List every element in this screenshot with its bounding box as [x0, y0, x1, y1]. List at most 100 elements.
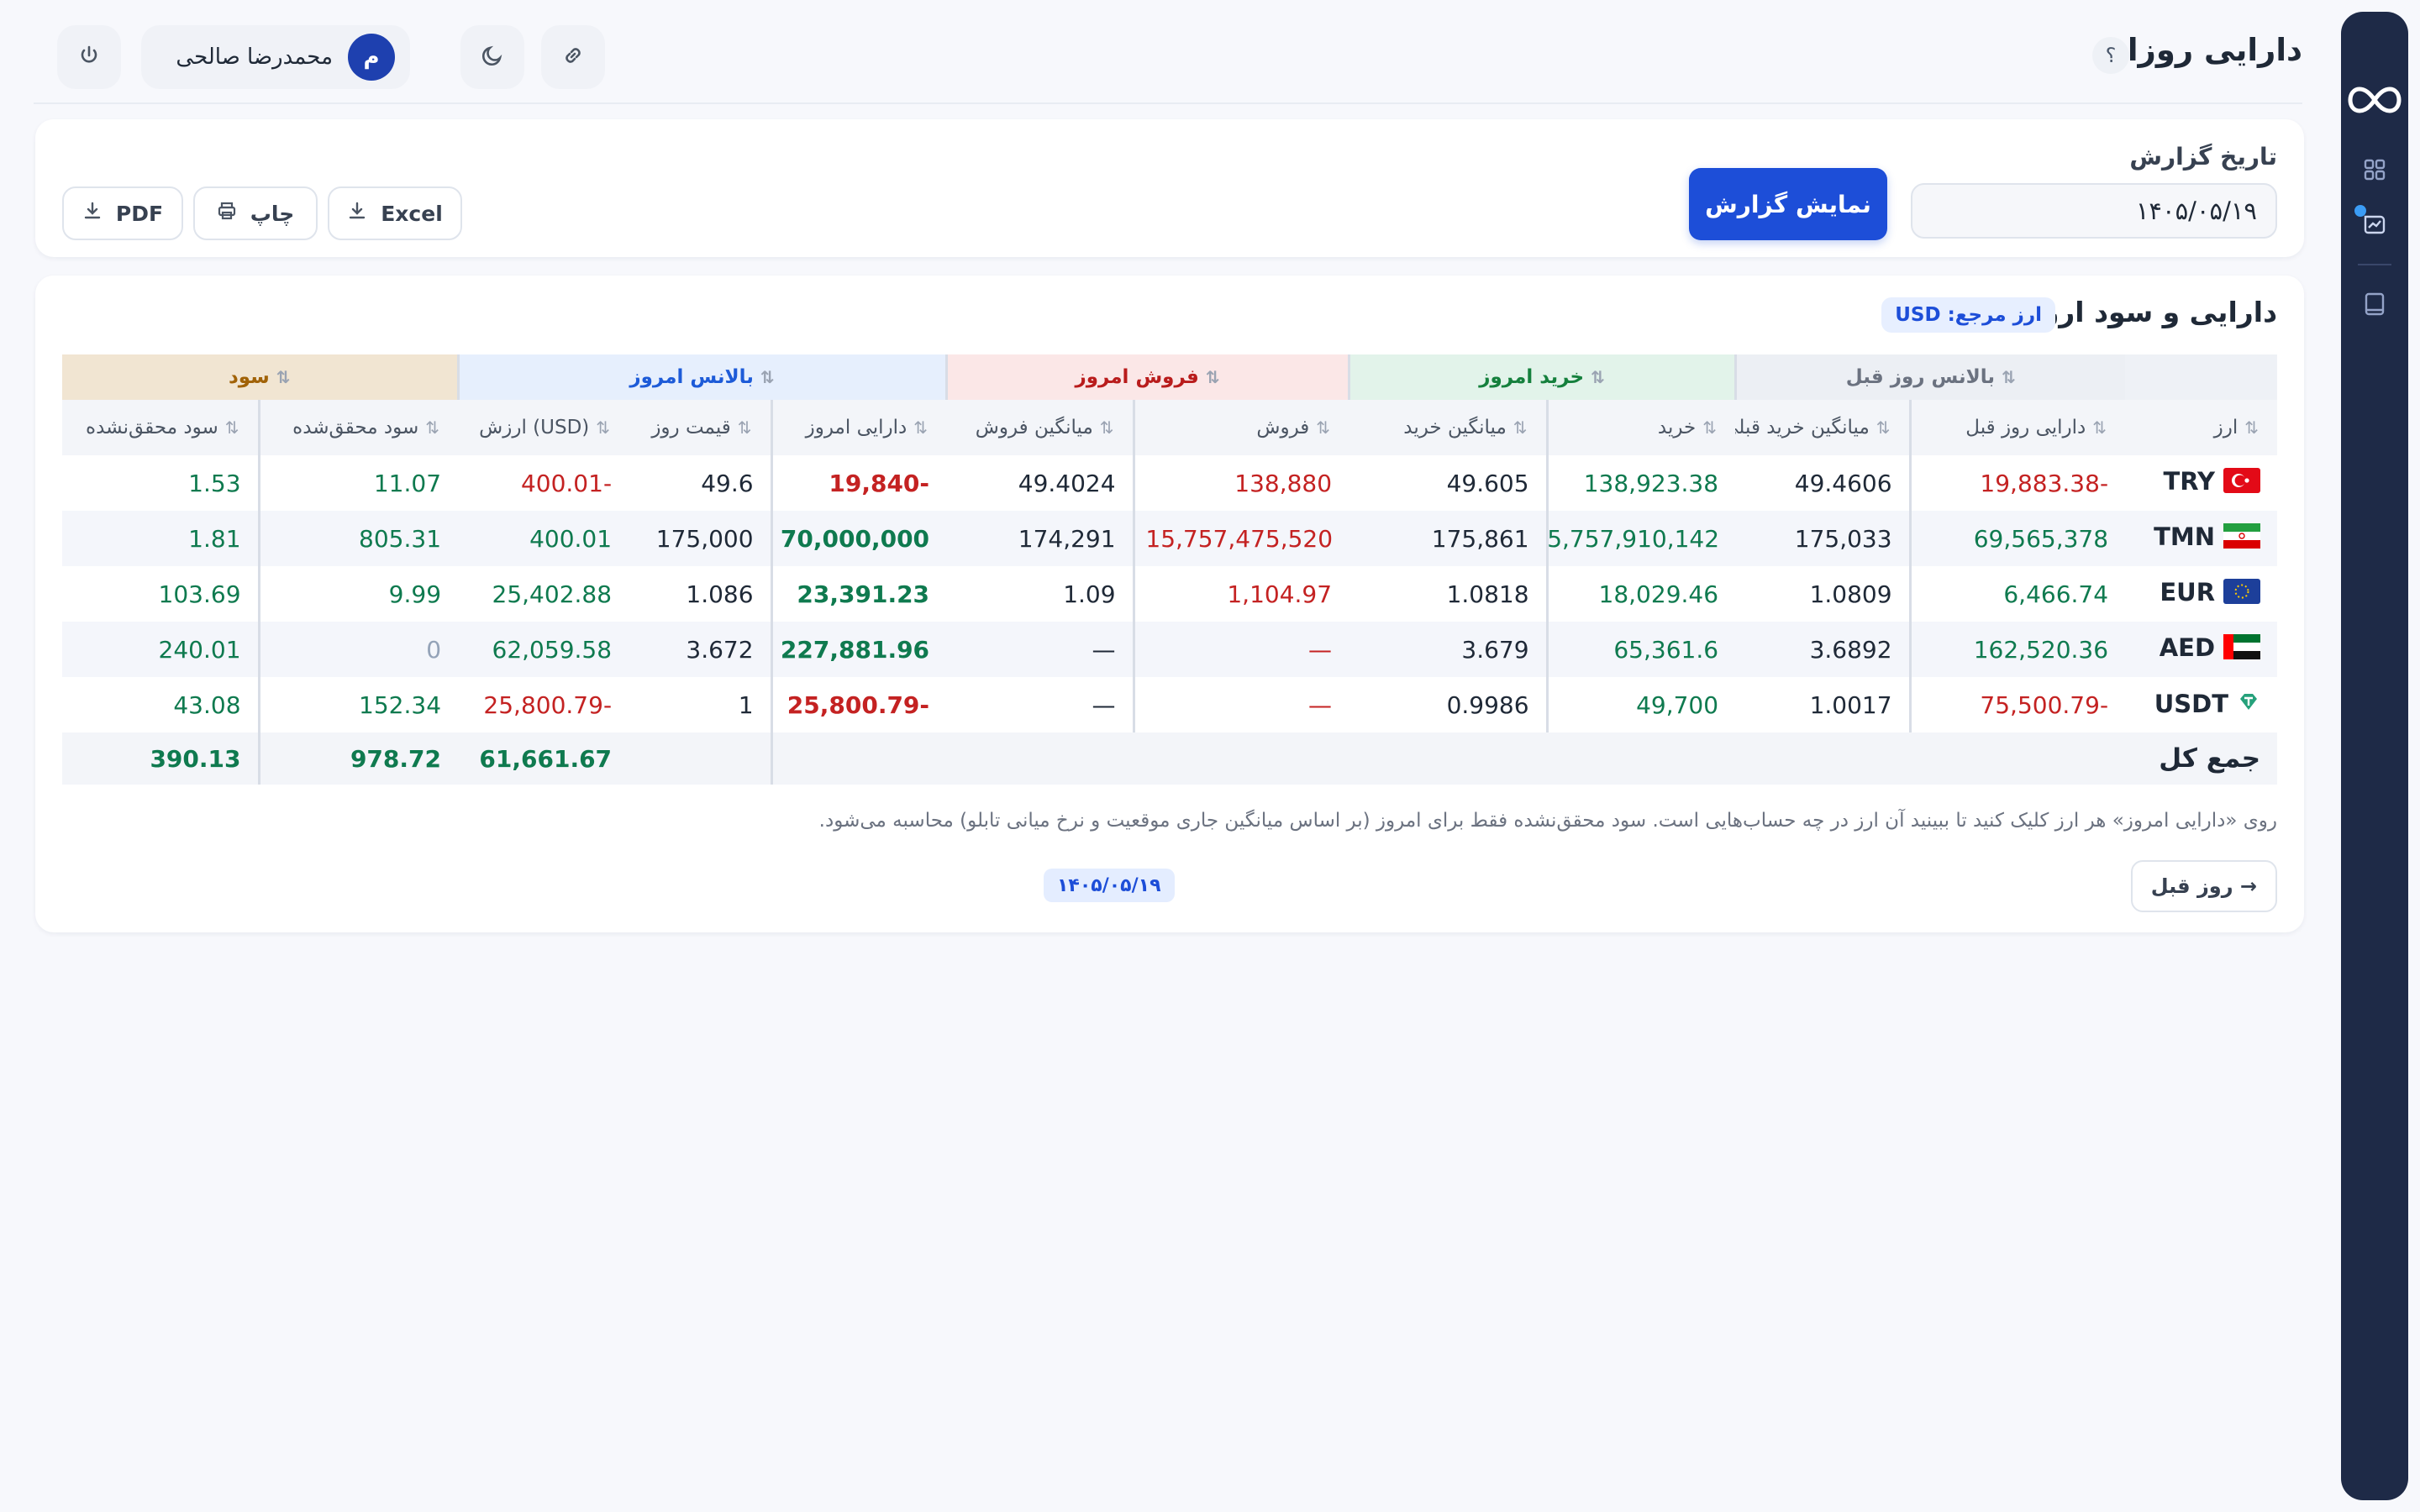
moon-icon	[480, 43, 505, 71]
footer-note: روی «دارایی امروز» هر ارز کلیک کنید تا ب…	[818, 810, 2277, 832]
unrealized-cell: 1.53	[188, 469, 241, 497]
sort-icon: ⇅	[1702, 417, 1718, 438]
value-usd-cell: 62,059.58	[458, 622, 629, 677]
avatar: م	[348, 34, 395, 81]
sell-cell: 1,104.97	[1132, 566, 1349, 622]
eu-flag-icon	[2223, 578, 2261, 610]
sell-cell: 138,880	[1132, 455, 1349, 511]
col-header-realized[interactable]: ⇅سود محقق‌شده	[257, 400, 459, 455]
sort-icon: ⇅	[2244, 417, 2260, 438]
sort-icon: ⇅	[596, 417, 611, 438]
prev-avg-buy-cell: 3.6892	[1735, 622, 1911, 677]
user-menu[interactable]: محمدرضا صالحی م	[141, 25, 410, 89]
day-price-cell: 175,000	[629, 511, 772, 566]
sort-icon: ⇅	[1876, 417, 1891, 438]
table-row: AED 162,520.36 3.6892 65,361.6 3.679 — —…	[62, 622, 2278, 677]
assets-table: ⇅بالانس روز قبل ⇅خرید امروز ⇅فروش امروز …	[62, 354, 2278, 785]
print-button[interactable]: چاپ	[193, 186, 318, 240]
realized-cell: 805.31	[257, 511, 459, 566]
col-header-day-price[interactable]: ⇅قیمت روز	[629, 400, 772, 455]
col-header-avg-sell[interactable]: ⇅میانگین فروش	[946, 400, 1134, 455]
prev-avg-buy-cell: 1.0809	[1809, 580, 1892, 608]
total-unrealized: 390.13	[62, 732, 260, 785]
download-icon	[347, 201, 367, 226]
group-header-buy-today[interactable]: ⇅خرید امروز	[1347, 354, 1736, 400]
book-icon[interactable]	[2360, 289, 2390, 319]
avg-sell-cell: —	[1092, 690, 1116, 719]
export-excel-button[interactable]: Excel	[328, 186, 462, 240]
currency-cell: AED	[2125, 622, 2278, 677]
top-bar: دارایی روزانه ؟ محمدرضا صالحی م	[34, 0, 2302, 104]
asset-today-cell[interactable]: -19,840	[770, 455, 947, 511]
col-header-prev-asset[interactable]: ⇅دارایی روز قبل	[1908, 400, 2126, 455]
download-icon	[82, 201, 103, 226]
group-header-balance-today[interactable]: ⇅بالانس امروز	[456, 354, 947, 400]
col-header-avg-buy[interactable]: ⇅میانگین خرید	[1349, 400, 1548, 455]
asset-today-cell[interactable]: 227,881.96	[770, 622, 947, 677]
group-header-sell-today[interactable]: ⇅فروش امروز	[944, 354, 1349, 400]
user-name: محمدرضا صالحی	[176, 45, 333, 70]
currency-cell: TRY	[2125, 455, 2277, 511]
buy-cell: 65,361.6	[1545, 622, 1736, 677]
avg-buy-cell: 175,861	[1349, 511, 1548, 566]
total-realized: 978.72	[257, 732, 459, 785]
col-header-value-usd[interactable]: ⇅(USD) ارزش	[458, 400, 629, 455]
group-header-profit[interactable]: ⇅سود	[62, 354, 459, 400]
printer-icon	[217, 201, 237, 226]
col-header-currency[interactable]: ⇅ارز	[2125, 400, 2278, 455]
asset-today-cell[interactable]: 23,391.23	[770, 566, 947, 622]
total-label: جمع کل	[946, 732, 2278, 785]
current-date-badge: ۱۴۰۵/۰۵/۱۹	[1044, 869, 1175, 902]
avg-sell-cell: —	[946, 622, 1134, 677]
col-header-sell[interactable]: ⇅فروش	[1132, 400, 1349, 455]
wallet-chart-icon[interactable]	[2354, 205, 2390, 239]
export-pdf-button[interactable]: PDF	[62, 186, 183, 240]
col-header-asset-today[interactable]: ⇅دارایی امروز	[770, 400, 947, 455]
value-usd-cell: -400.01	[520, 469, 613, 497]
report-date-input[interactable]	[1911, 183, 2277, 239]
unrealized-cell: 103.69	[158, 580, 241, 608]
buy-cell: 15,757,910,142	[1545, 511, 1736, 566]
power-icon	[77, 44, 101, 71]
avg-sell-cell: 1.09	[1063, 580, 1116, 608]
report-filter-card: تاریخ گزارش نمایش گزارش Excel چاپ PDF	[35, 119, 2304, 257]
group-header-currency	[2125, 354, 2278, 400]
buy-cell: 18,029.46	[1545, 566, 1736, 622]
sort-icon: ⇅	[2002, 367, 2016, 387]
prev-avg-buy-cell: 1.0017	[1809, 690, 1892, 719]
iran-flag-icon	[2223, 522, 2261, 554]
sort-icon: ⇅	[1512, 417, 1528, 438]
total-spacer	[770, 732, 947, 785]
sort-icon: ⇅	[913, 417, 929, 438]
excel-label: Excel	[381, 201, 443, 226]
total-value-usd: 61,661.67	[458, 732, 629, 785]
col-header-buy[interactable]: ⇅خرید	[1545, 400, 1736, 455]
sell-cell: —	[1132, 677, 1349, 732]
group-header-prev-balance[interactable]: ⇅بالانس روز قبل	[1733, 354, 2126, 400]
previous-day-button[interactable]: → روز قبل	[2130, 860, 2277, 912]
link-button[interactable]	[541, 25, 605, 89]
logout-button[interactable]	[57, 25, 121, 89]
link-icon	[560, 43, 586, 71]
infinity-logo-icon[interactable]	[2348, 86, 2402, 118]
value-usd-cell: 400.01	[458, 511, 629, 566]
dashboard-grid-icon[interactable]	[2360, 155, 2390, 185]
sidebar	[2341, 12, 2408, 1500]
sort-icon: ⇅	[276, 367, 291, 387]
show-report-button[interactable]: نمایش گزارش	[1689, 168, 1887, 240]
prev-asset-cell: -19,883.38	[1908, 455, 2126, 511]
prev-asset-cell: 69,565,378	[1908, 511, 2126, 566]
assets-profit-card: دارایی و سود ارزها ارز مرجع: USD ⇅بالانس…	[35, 276, 2304, 932]
asset-today-cell[interactable]: 70,000,000	[770, 511, 947, 566]
theme-toggle-button[interactable]	[460, 25, 524, 89]
currency-cell: EUR	[2125, 566, 2277, 622]
turkey-flag-icon	[2223, 467, 2261, 499]
day-price-cell: 1.086	[686, 580, 754, 608]
sort-icon: ⇅	[760, 367, 775, 387]
realized-cell: 11.07	[257, 455, 459, 511]
help-button[interactable]: ؟	[2092, 37, 2129, 74]
reference-currency-badge: ارز مرجع: USD	[1881, 297, 2055, 333]
col-header-unrealized[interactable]: ⇅سود محقق‌نشده	[62, 400, 260, 455]
asset-today-cell[interactable]: -25,800.79	[770, 677, 947, 732]
col-header-prev-avg-buy[interactable]: ⇅میانگین خرید قبلی	[1735, 400, 1911, 455]
